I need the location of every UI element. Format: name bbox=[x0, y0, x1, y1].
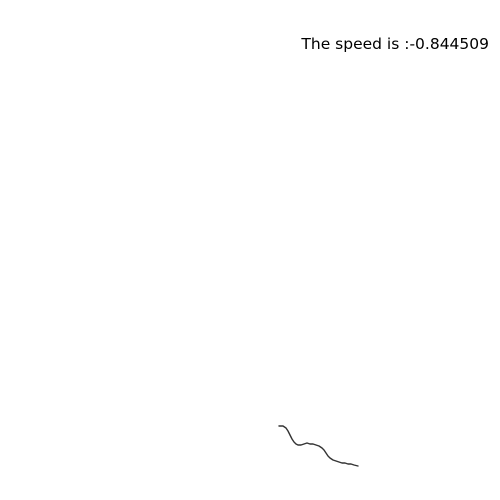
drawn-stroke bbox=[278, 425, 359, 467]
stroke-layer bbox=[278, 425, 359, 467]
drawing-canvas[interactable]: The speed is :-0.844509 bbox=[0, 0, 500, 500]
